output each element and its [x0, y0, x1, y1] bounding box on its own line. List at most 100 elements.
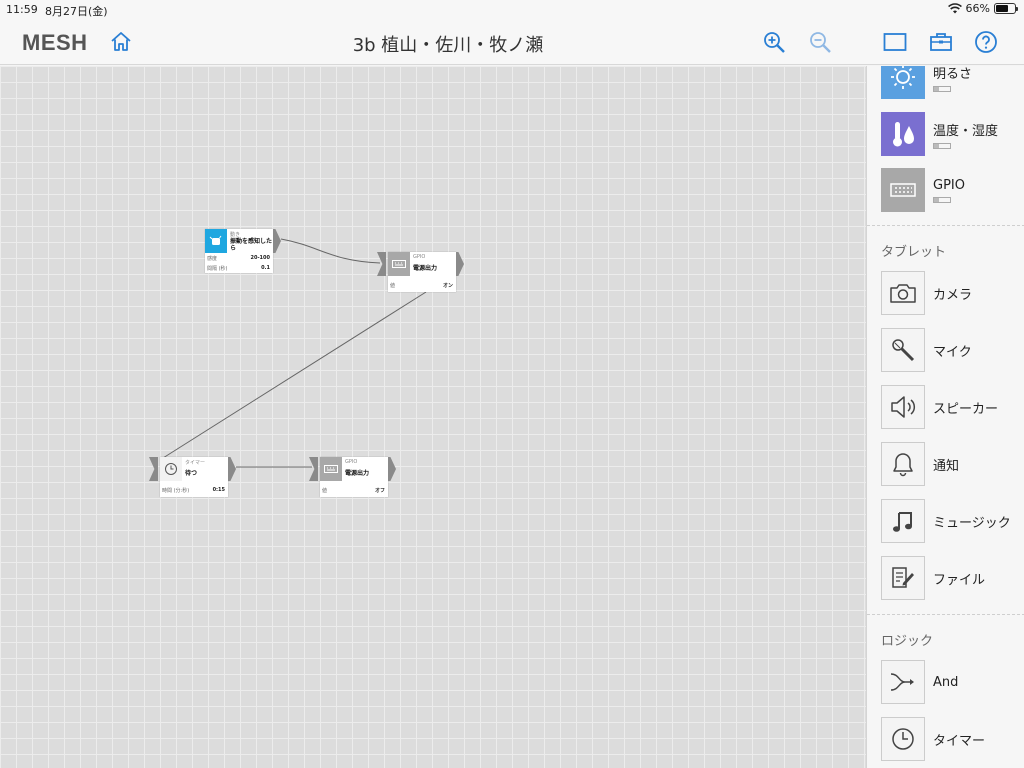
palette-item-label: ファイル	[933, 572, 986, 588]
status-time: 11:59	[6, 3, 38, 16]
gpio-on-block-name: 電源出力	[413, 265, 438, 272]
wire-motion-to-gpio1	[280, 238, 381, 264]
palette-item-label: 明るさ	[933, 66, 972, 92]
bell-icon	[893, 453, 913, 477]
gpio-off-value-label: 値	[322, 488, 328, 494]
timer-time-label: 時間 (分:秒)	[162, 488, 190, 494]
document-edit-icon	[892, 567, 914, 588]
tag-battery-icon	[933, 85, 951, 92]
motion-sensitivity-label: 感度	[207, 256, 218, 262]
tag-battery-icon	[933, 142, 951, 149]
gpio-off-block-category: GPIO	[345, 459, 358, 465]
music-tile	[881, 499, 925, 543]
palette-item-label: スピーカー	[933, 401, 999, 417]
gpio-chip-icon	[392, 260, 406, 268]
microphone-icon	[892, 339, 915, 362]
palette-item-label: 通知	[933, 458, 960, 474]
gpio-chip-icon	[890, 183, 916, 197]
palette-item-speaker[interactable]: スピーカー	[881, 384, 1021, 430]
timer-block-icon	[160, 457, 182, 481]
connection-wires	[162, 238, 427, 468]
help-icon[interactable]	[974, 30, 998, 54]
nav-bar: MESH 3b 植山・佐川・牧ノ瀬	[0, 18, 1024, 65]
palette-item-and[interactable]: And	[881, 659, 1021, 705]
and-tile	[881, 660, 925, 704]
file-tile	[881, 556, 925, 600]
timer-time-value: 0:15	[212, 487, 225, 493]
mic-tile	[881, 328, 925, 372]
palette-item-file[interactable]: ファイル	[881, 555, 1021, 601]
palette-item-label: And	[933, 674, 959, 690]
camera-tile	[881, 271, 925, 315]
palette-item-label: タイマー	[933, 733, 986, 749]
wire-gpio1-to-timer	[162, 291, 427, 459]
shake-icon	[209, 235, 222, 245]
recipe-canvas[interactable]: 動き 振動を感知したら 感度 20-100 間隔 (秒) 0.1 GPIO 電源…	[0, 66, 866, 768]
palette-item-temperature-humidity[interactable]: 温度・湿度	[881, 111, 1021, 157]
gpio-tile	[881, 168, 925, 212]
timer-block-row-time: 時間 (分:秒) 0:15	[162, 487, 225, 494]
palette-item-label: ミュージック	[933, 515, 1011, 531]
gpio-on-value-label: 値	[390, 283, 396, 289]
status-right: 66%	[947, 2, 1018, 15]
timer-block[interactable]: タイマー 待つ 時間 (分:秒) 0:15	[149, 457, 236, 497]
clock-icon	[165, 463, 177, 475]
status-date: 8月27日(金)	[45, 5, 108, 18]
motion-interval-label: 間隔 (秒)	[207, 266, 228, 272]
palette-item-label: GPIO	[933, 178, 965, 203]
zoom-out-icon[interactable]	[808, 30, 832, 54]
tablet-section-header: タブレット	[881, 245, 947, 260]
motion-block-icon	[205, 229, 227, 253]
palette-item-mic[interactable]: マイク	[881, 327, 1021, 373]
section-divider	[867, 225, 1024, 226]
gpio-on-block-row-value: 値 オン	[390, 282, 453, 289]
motion-block-row-interval: 間隔 (秒) 0.1	[207, 265, 270, 272]
palette-item-gpio[interactable]: GPIO	[881, 167, 1021, 213]
gpio-on-block-category: GPIO	[413, 254, 426, 260]
motion-block-category: 動き	[230, 232, 241, 238]
timer-block-category: タイマー	[185, 460, 206, 466]
zoom-in-icon[interactable]	[762, 30, 786, 54]
motion-block[interactable]: 動き 振動を感知したら 感度 20-100 間隔 (秒) 0.1	[205, 229, 281, 273]
speaker-icon	[891, 396, 916, 418]
battery-percent: 66%	[965, 2, 990, 15]
music-note-icon	[893, 512, 912, 532]
notification-tile	[881, 442, 925, 486]
gpio-on-block-icon	[388, 252, 410, 276]
sun-icon	[891, 66, 915, 89]
logic-section-header: ロジック	[881, 634, 934, 649]
block-palette-sidebar[interactable]: 明るさ 温度・湿度 GPIO タブレット カメラ マイク スピーカー 通知 ミュ…	[866, 66, 1024, 768]
thermometer-drop-icon	[893, 122, 914, 147]
palette-item-camera[interactable]: カメラ	[881, 270, 1021, 316]
timer-block-name: 待つ	[185, 470, 198, 477]
gpio-off-value: オフ	[374, 488, 385, 494]
panel-view-icon[interactable]	[883, 30, 907, 54]
motion-sensitivity-value: 20-100	[250, 255, 270, 261]
gpio-on-value: オン	[442, 283, 453, 289]
gpio-off-block-row-value: 値 オフ	[322, 487, 385, 494]
section-divider	[867, 614, 1024, 615]
palette-item-brightness[interactable]: 明るさ	[881, 66, 1021, 100]
clock-icon	[892, 728, 914, 750]
gpio-on-block[interactable]: GPIO 電源出力 値 オン	[377, 252, 464, 292]
motion-block-row-sensitivity: 感度 20-100	[207, 255, 270, 262]
toolbox-icon[interactable]	[929, 30, 953, 54]
temperature-humidity-tile	[881, 112, 925, 156]
palette-item-label: カメラ	[933, 287, 973, 303]
status-bar: 11:59 8月27日(金) 66%	[0, 0, 1024, 18]
tag-battery-icon	[933, 196, 951, 203]
palette-item-timer[interactable]: タイマー	[881, 716, 1021, 762]
camera-icon	[890, 284, 916, 303]
palette-item-music[interactable]: ミュージック	[881, 498, 1021, 544]
gpio-off-block-name: 電源出力	[345, 470, 370, 477]
timer-tile	[881, 717, 925, 761]
motion-block-name: 振動を感知したら	[230, 238, 273, 252]
palette-item-label: 温度・湿度	[933, 120, 998, 149]
speaker-tile	[881, 385, 925, 429]
motion-interval-value: 0.1	[261, 265, 270, 271]
palette-item-label: マイク	[933, 344, 972, 360]
battery-icon	[994, 3, 1018, 14]
gpio-off-block[interactable]: GPIO 電源出力 値 オフ	[309, 457, 396, 497]
brightness-tile	[881, 66, 925, 99]
palette-item-notification[interactable]: 通知	[881, 441, 1021, 487]
